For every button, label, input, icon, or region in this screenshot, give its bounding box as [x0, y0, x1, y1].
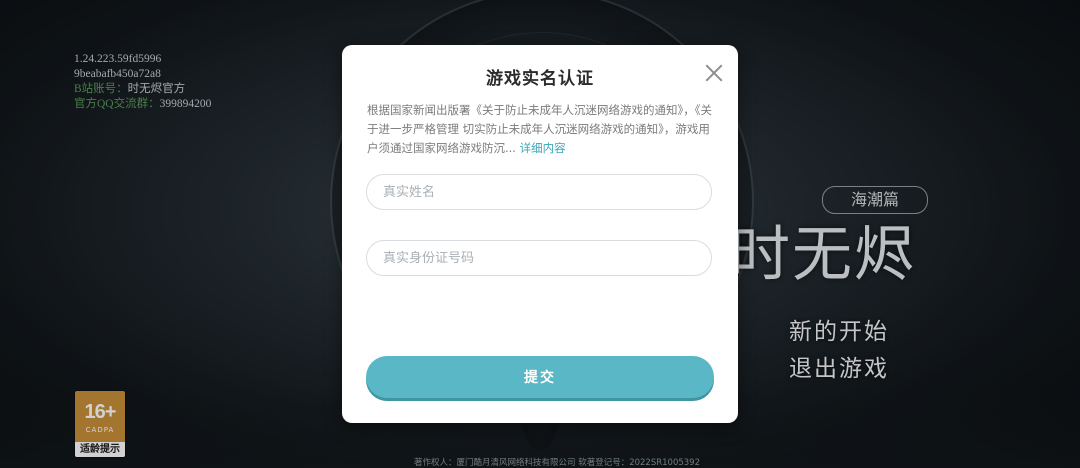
real-name-verification-dialog: 游戏实名认证 根据国家新闻出版署《关于防止未成年人沉迷网络游戏的通知》，《关于进… — [342, 45, 738, 423]
id-number-input[interactable] — [366, 240, 712, 276]
details-link[interactable]: 详细内容 — [520, 141, 566, 155]
close-icon[interactable] — [704, 63, 724, 83]
anti-addiction-notice: 根据国家新闻出版署《关于防止未成年人沉迷网络游戏的通知》，《关于进一步严格管理 … — [367, 101, 713, 158]
real-name-input[interactable] — [366, 174, 712, 210]
submit-button[interactable]: 提交 — [366, 356, 714, 398]
dialog-title: 游戏实名认证 — [486, 69, 594, 89]
